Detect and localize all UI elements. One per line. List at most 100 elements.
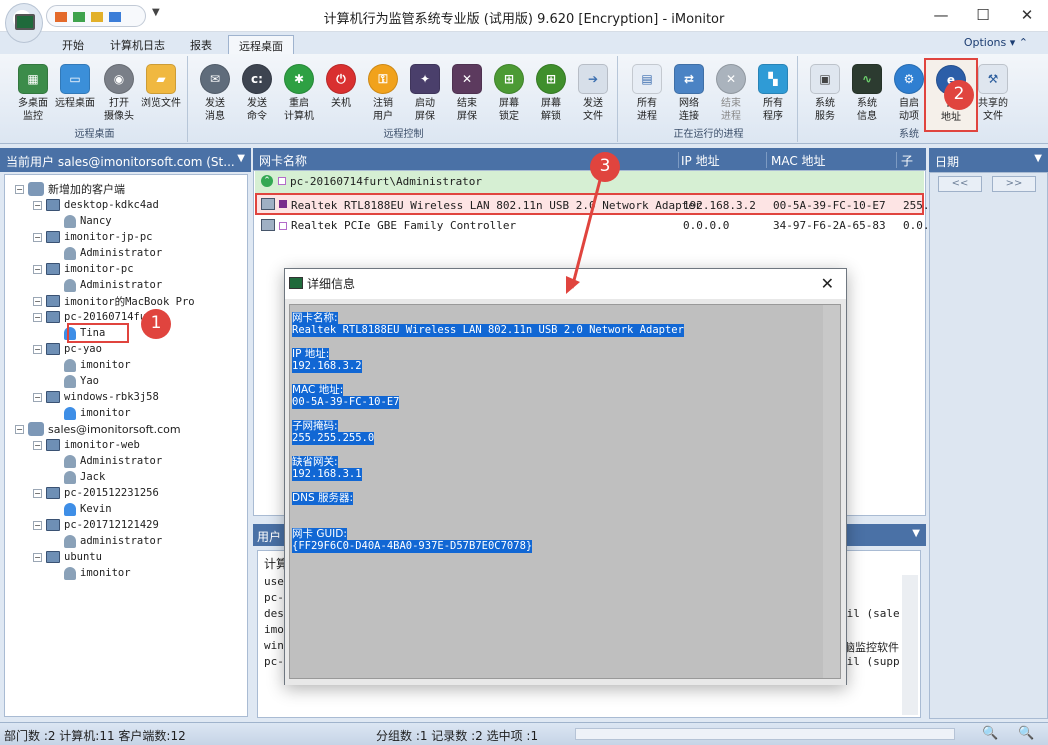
- process-list-icon: ▤: [632, 64, 662, 94]
- remote-desktop-button[interactable]: ▭ 远程桌面: [50, 59, 100, 127]
- tree-node-label: pc-201512231256: [64, 487, 159, 499]
- tree-node[interactable]: Administrator: [51, 453, 162, 469]
- checkbox[interactable]: [279, 222, 287, 230]
- vertical-scrollbar[interactable]: [902, 575, 918, 715]
- adapter-ip: 0.0.0.0: [683, 219, 730, 232]
- dropdown-arrow-icon[interactable]: ▼: [237, 153, 245, 164]
- details-textbox[interactable]: 网卡名称: Realtek RTL8188EU Wireless LAN 802…: [289, 304, 841, 679]
- collapse-toggle-icon[interactable]: −: [33, 552, 42, 562]
- zoom-in-icon[interactable]: 🔍: [1018, 726, 1034, 741]
- user-icon: [64, 214, 76, 228]
- current-user-header[interactable]: 当前用户 sales@imonitorsoft.com (St... ▼: [0, 148, 251, 172]
- minimize-button[interactable]: —: [926, 6, 956, 24]
- collapse-toggle-icon[interactable]: −: [33, 488, 42, 498]
- tree-node[interactable]: − windows-rbk3j58: [33, 389, 159, 405]
- tree-node[interactable]: − imonitor-web: [33, 437, 140, 453]
- dropdown-arrow-icon[interactable]: ▼: [1034, 153, 1042, 164]
- vertical-scrollbar[interactable]: [823, 305, 840, 678]
- date-header[interactable]: 日期 ▼: [929, 148, 1048, 172]
- tree-node[interactable]: administrator: [51, 533, 162, 549]
- column-header-mac[interactable]: MAC 地址: [769, 152, 897, 168]
- screensaver-icon: ✦: [410, 64, 440, 94]
- collapse-toggle-icon[interactable]: −: [33, 232, 42, 242]
- shared-files-icon: ⚒: [978, 64, 1008, 94]
- group-remote-control: ✉ 发送 消息 c: 发送 命令 ✱ 重启 计算机 ⏻ 关机 ⚿ 注销 用户 ✦ 启动 屏保…: [190, 56, 618, 142]
- send-file-button[interactable]: ➔ 发送 文件: [568, 59, 618, 127]
- tree-node[interactable]: − sales@imonitorsoft.com: [15, 421, 181, 437]
- progress-track: [575, 728, 955, 740]
- shared-files-button[interactable]: ⚒ 共享的 文件: [968, 59, 1018, 127]
- file-send-icon: ➔: [578, 64, 608, 94]
- tree-node[interactable]: imonitor: [51, 357, 131, 373]
- current-user-label: 当前用户 sales@imonitorsoft.com (St...: [6, 155, 235, 169]
- dropdown-arrow-icon[interactable]: ▼: [912, 528, 920, 539]
- adapter-ip: 192.168.3.2: [683, 199, 756, 212]
- tree-node[interactable]: − pc-yao: [33, 341, 102, 357]
- options-menu[interactable]: Options ▾ ⌃: [964, 36, 1028, 49]
- tree-node[interactable]: − desktop-kdkc4ad: [33, 197, 159, 213]
- message-icon: ✉: [200, 64, 230, 94]
- tab-remote-desktop[interactable]: 远程桌面: [228, 35, 294, 54]
- tree-node[interactable]: − 新增加的客户端: [15, 181, 125, 197]
- details-dialog: 详细信息 ✕ 网卡名称: Realtek RTL8188EU Wireless …: [284, 268, 847, 685]
- expand-circle-icon[interactable]: ⌃: [261, 175, 273, 187]
- collapse-toggle-icon[interactable]: −: [33, 520, 42, 530]
- group-icon: [28, 422, 44, 436]
- dialog-body: 网卡名称: Realtek RTL8188EU Wireless LAN 802…: [285, 299, 846, 685]
- prev-date-button[interactable]: <<: [938, 176, 982, 192]
- collapse-toggle-icon[interactable]: −: [33, 296, 42, 306]
- tree-node[interactable]: − imonitor-pc: [33, 261, 134, 277]
- collapse-toggle-icon[interactable]: −: [33, 200, 42, 210]
- tab-start[interactable]: 开始: [52, 35, 94, 54]
- tree-node[interactable]: imonitor: [51, 405, 131, 421]
- power-icon: ⏻: [326, 64, 356, 94]
- browse-files-button[interactable]: ▰ 浏览文件: [136, 59, 186, 127]
- tree-node-label: ubuntu: [64, 551, 102, 563]
- tree-node[interactable]: Kevin: [51, 501, 112, 517]
- collapse-toggle-icon[interactable]: −: [33, 392, 42, 402]
- tree-node-label: imonitor: [80, 567, 131, 579]
- detail-value: Realtek RTL8188EU Wireless LAN 802.11n U…: [292, 324, 684, 337]
- app-menu-button[interactable]: [5, 3, 43, 43]
- collapse-toggle-icon[interactable]: −: [33, 264, 42, 274]
- monitor-icon: ▭: [60, 64, 90, 94]
- tree-node[interactable]: − imonitor-jp-pc: [33, 229, 153, 245]
- checkbox[interactable]: [279, 200, 287, 208]
- computer-icon: [46, 391, 60, 403]
- network-icon: ⇄: [674, 64, 704, 94]
- tree-node[interactable]: Yao: [51, 373, 99, 389]
- next-date-button[interactable]: >>: [992, 176, 1036, 192]
- zoom-out-icon[interactable]: 🔍: [982, 726, 998, 741]
- tree-node[interactable]: Nancy: [51, 213, 112, 229]
- group-row-label: pc-20160714furt\Administrator: [290, 175, 483, 188]
- tab-computer-log[interactable]: 计算机日志: [100, 35, 175, 54]
- tree-node-label: imonitor: [80, 359, 131, 371]
- tab-reports[interactable]: 报表: [180, 35, 222, 54]
- checkbox[interactable]: [278, 177, 286, 185]
- computer-icon: [46, 551, 60, 563]
- collapse-toggle-icon[interactable]: −: [15, 184, 24, 194]
- tree-node[interactable]: − pc-201712121429: [33, 517, 159, 533]
- collapse-toggle-icon[interactable]: −: [33, 312, 42, 322]
- collapse-toggle-icon[interactable]: −: [33, 440, 42, 450]
- collapse-toggle-icon[interactable]: −: [15, 424, 24, 434]
- group-label: 远程控制: [383, 129, 424, 140]
- dialog-title: 详细信息: [307, 277, 356, 291]
- list-item: pc-: [264, 655, 284, 668]
- dialog-close-button[interactable]: ✕: [821, 274, 834, 293]
- column-header-mask[interactable]: 子网: [899, 152, 924, 185]
- tree-node[interactable]: Administrator: [51, 277, 162, 293]
- tree-node[interactable]: imonitor: [51, 565, 131, 581]
- tree-node[interactable]: − pc-201512231256: [33, 485, 159, 501]
- tree-node[interactable]: Administrator: [51, 245, 162, 261]
- programs-icon: ▚: [758, 64, 788, 94]
- maximize-button[interactable]: ☐: [968, 6, 998, 24]
- tree-node[interactable]: − imonitor的MacBook Pro: [33, 293, 195, 309]
- monitor-icon: [15, 14, 35, 30]
- all-programs-button[interactable]: ▚ 所有 程序: [748, 59, 798, 127]
- column-header-ip[interactable]: IP 地址: [679, 152, 767, 168]
- tree-node[interactable]: − ubuntu: [33, 549, 102, 565]
- tree-node[interactable]: Jack: [51, 469, 105, 485]
- collapse-toggle-icon[interactable]: −: [33, 344, 42, 354]
- close-button[interactable]: ✕: [1012, 6, 1042, 24]
